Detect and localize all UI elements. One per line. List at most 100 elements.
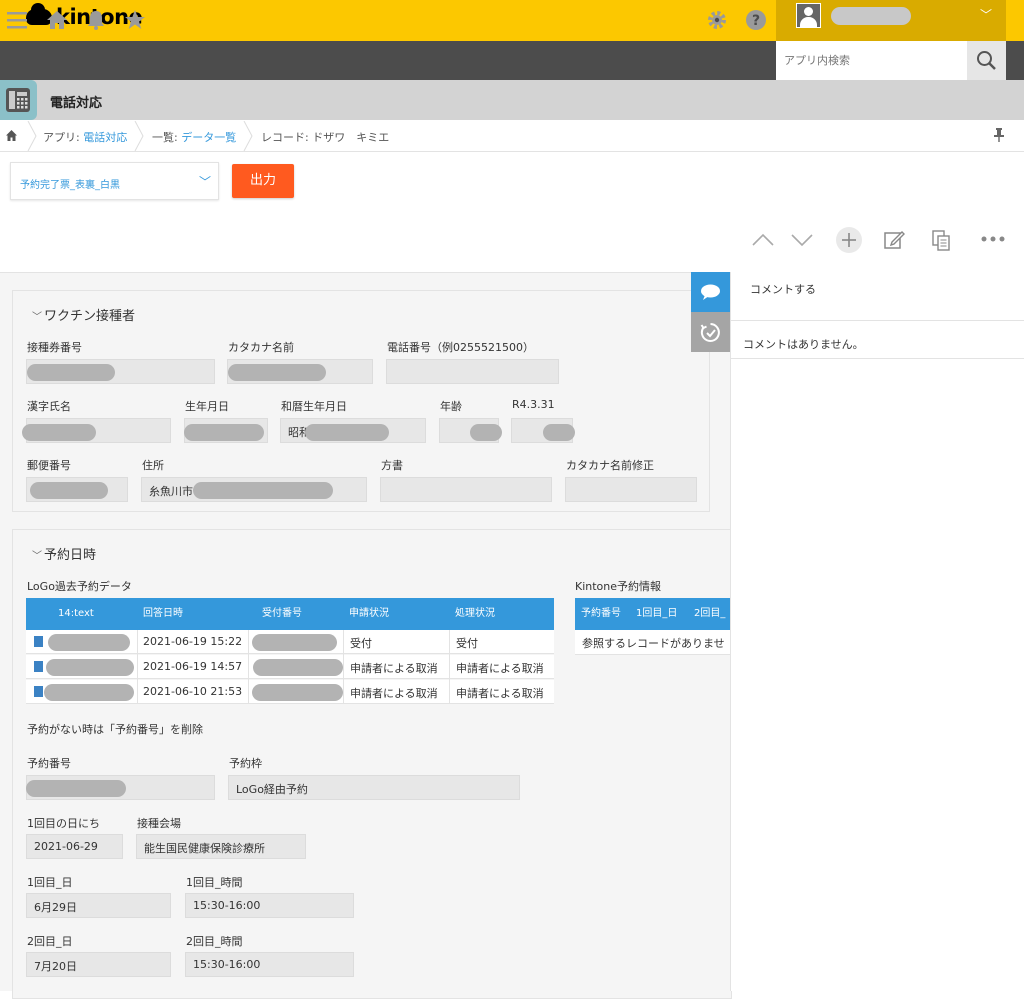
home-icon[interactable] [46, 9, 68, 31]
duplicate-icon[interactable] [930, 229, 952, 251]
field-second-time: 15:30-16:00 [185, 952, 354, 977]
more-options-icon[interactable] [981, 234, 1005, 244]
cell-process-status: 受付 [456, 637, 478, 650]
app-bar [0, 80, 1024, 120]
document-icon[interactable] [34, 686, 43, 697]
label-kana-name: カタカナ名前 [228, 341, 294, 354]
previous-record-icon[interactable] [751, 228, 775, 252]
print-template-select[interactable]: 予約完了票_表裏_白黒 ﹀ [10, 162, 219, 200]
field-phone [386, 359, 559, 384]
comment-input-area[interactable]: コメントする [731, 272, 1024, 321]
field-first-time: 15:30-16:00 [185, 893, 354, 918]
redacted-value [48, 634, 130, 651]
app-search-input[interactable] [776, 41, 967, 80]
app-search [776, 41, 1006, 80]
kintone-col-reservation-no: 予約番号 [575, 598, 630, 630]
menu-icon[interactable] [6, 9, 28, 31]
gear-icon[interactable] [706, 9, 728, 31]
no-comments-message: コメントはありません。 [743, 338, 864, 351]
history-tab[interactable] [691, 312, 730, 352]
comment-tab[interactable] [691, 272, 730, 312]
label-ticket-no: 接種券番号 [27, 341, 82, 354]
group-reservation-toggle[interactable]: ﹀ 予約日時 [32, 544, 96, 563]
logo-col-process-status: 処理状況 [449, 598, 554, 630]
redacted-value [27, 364, 115, 381]
kintone-empty-message: 参照するレコードがありませ [582, 637, 725, 650]
redacted-value [193, 482, 333, 499]
label-wareki-birthday: 和暦生年月日 [281, 400, 347, 413]
add-record-icon[interactable] [835, 226, 863, 254]
redacted-value [252, 634, 337, 651]
label-care-of: 方書 [381, 459, 403, 472]
breadcrumb-app[interactable]: アプリ: 電話対応 [43, 129, 127, 145]
label-second-day: 2回目_日 [27, 935, 73, 948]
search-icon [977, 51, 996, 70]
breadcrumb-view[interactable]: 一覧: データ一覧 [152, 129, 236, 145]
label-second-time: 2回目_時間 [186, 935, 243, 948]
chevron-down-icon: ﹀ [199, 175, 212, 189]
redacted-value [30, 482, 108, 499]
print-template-value: 予約完了票_表裏_白黒 [20, 180, 120, 191]
group-vaccinee-toggle[interactable]: ﹀ ワクチン接種者 [32, 305, 135, 324]
cell-apply-status: 申請者による取消 [350, 687, 438, 700]
logo-col-apply-status: 申請状況 [343, 598, 449, 630]
pin-icon[interactable] [994, 128, 1004, 142]
document-icon[interactable] [34, 661, 43, 672]
field-second-day: 7月20日 [26, 952, 171, 977]
redacted-value [228, 364, 326, 381]
label-kanji-name: 漢字氏名 [27, 400, 71, 413]
label-birthday: 生年月日 [185, 400, 229, 413]
group-reservation-title: 予約日時 [44, 548, 97, 563]
redacted-value [184, 424, 264, 441]
redacted-value [305, 424, 389, 441]
search-button[interactable] [967, 41, 1006, 80]
comment-icon [701, 284, 720, 300]
group-vaccinee-title: ワクチン接種者 [44, 309, 136, 324]
label-first-date: 1回目の日にち [27, 817, 100, 830]
user-avatar-icon [796, 3, 821, 28]
kintone-col-first-day: 1回目_日 [630, 598, 688, 630]
chevron-down-icon: ﹀ [32, 312, 42, 323]
label-phone: 電話番号（例0255521500） [387, 341, 534, 354]
table-divider [248, 630, 249, 704]
print-button[interactable]: 出力 [232, 164, 294, 198]
help-icon[interactable]: ? [745, 9, 767, 31]
document-icon[interactable] [34, 636, 43, 647]
cell-datetime: 2021-06-10 21:53 [143, 685, 243, 698]
bell-icon[interactable] [85, 9, 107, 31]
field-first-day: 6月29日 [26, 893, 171, 918]
user-menu[interactable]: ﹀ [776, 0, 1006, 41]
field-venue: 能生国民健康保険診療所 [136, 834, 306, 859]
label-kana-fix: カタカナ名前修正 [566, 459, 654, 472]
cell-apply-status: 申請者による取消 [350, 662, 438, 675]
kintone-col-second-day: 2回目_ [688, 598, 730, 630]
cell-datetime: 2021-06-19 14:57 [143, 660, 243, 673]
star-icon[interactable] [124, 9, 146, 31]
label-first-day: 1回目_日 [27, 876, 73, 889]
breadcrumb-separator [27, 121, 37, 151]
breadcrumb-home-icon[interactable] [5, 129, 18, 142]
app-title[interactable]: 電話対応 [50, 92, 102, 111]
phone-icon [6, 88, 30, 112]
edit-icon[interactable] [883, 229, 905, 251]
redacted-value [253, 659, 343, 676]
redacted-value [44, 684, 134, 701]
svg-text:?: ? [752, 13, 760, 29]
chevron-down-icon: ﹀ [980, 8, 993, 22]
breadcrumb-view-link[interactable]: データ一覧 [181, 131, 236, 144]
user-name-redacted [831, 7, 911, 25]
label-venue: 接種会場 [137, 817, 181, 830]
breadcrumb-separator [134, 121, 144, 151]
label-address: 住所 [142, 459, 164, 472]
chevron-down-icon: ﹀ [32, 551, 42, 562]
cell-process-status: 申請者による取消 [456, 662, 544, 675]
app-icon[interactable] [0, 80, 37, 120]
breadcrumb-app-link[interactable]: 電話対応 [83, 131, 127, 144]
label-first-time: 1回目_時間 [186, 876, 243, 889]
redacted-value [252, 684, 343, 701]
field-slot: LoGo経由予約 [228, 775, 520, 800]
comment-list: コメントはありません。 [731, 321, 1024, 359]
logo-col-answer-datetime: 回答日時 [137, 598, 248, 630]
next-record-icon[interactable] [790, 228, 814, 252]
field-first-date: 2021-06-29 [26, 834, 123, 859]
